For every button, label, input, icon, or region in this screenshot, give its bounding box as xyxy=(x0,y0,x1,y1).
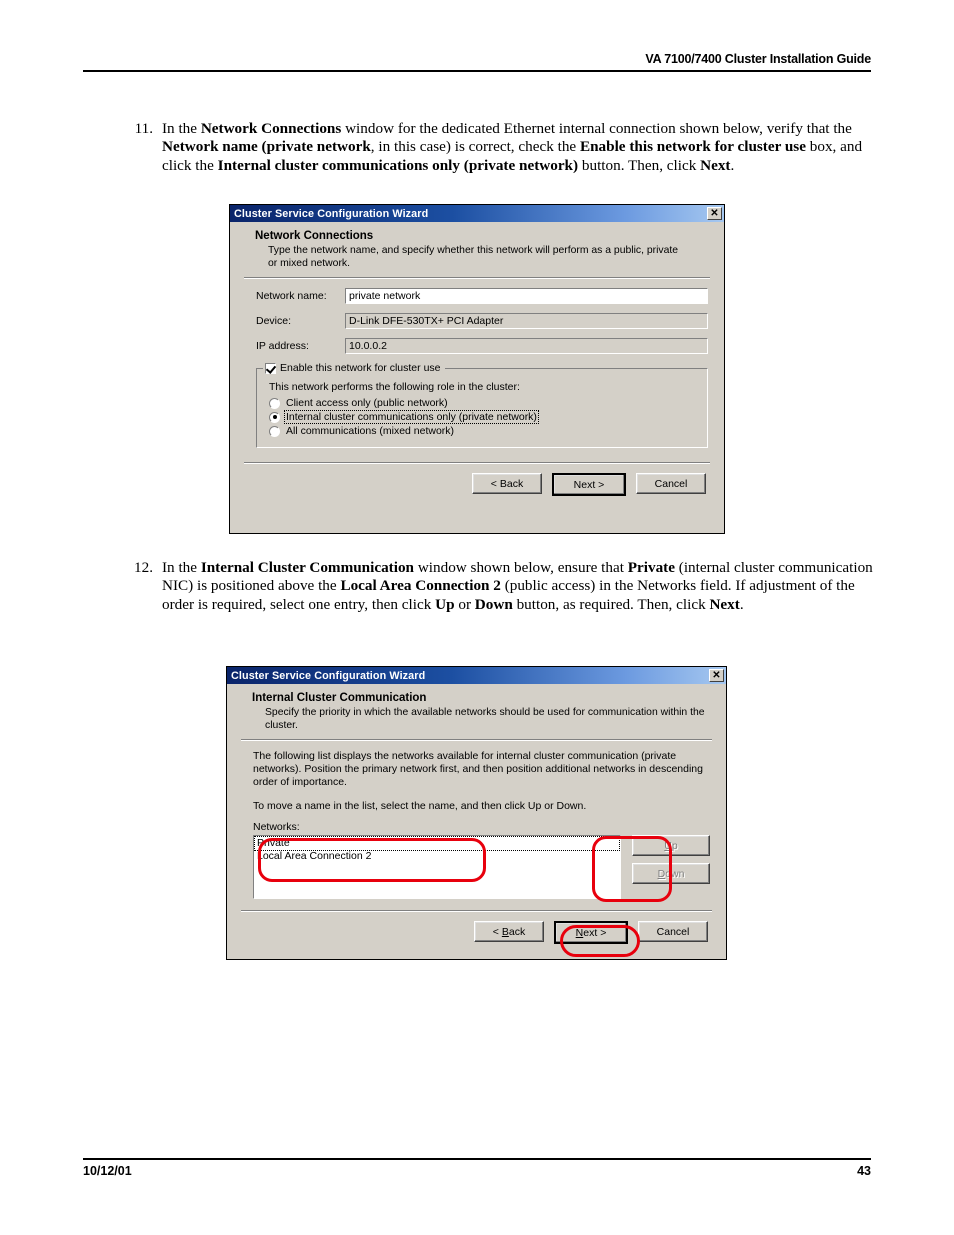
radio-option-private[interactable]: Internal cluster communications only (pr… xyxy=(269,410,697,425)
networks-label: Networks: xyxy=(253,821,300,834)
instructions-paragraph-1: The following list displays the networks… xyxy=(253,750,703,788)
reorder-buttons: Up Down xyxy=(632,835,710,885)
cancel-button[interactable]: Cancel xyxy=(636,473,706,495)
next-button-label: Next > xyxy=(575,926,607,939)
step-number: 11. xyxy=(134,120,153,137)
step-text: In the Network Connections window for th… xyxy=(162,120,863,174)
dialog-title: Cluster Service Configuration Wizard xyxy=(234,207,429,220)
role-caption: This network performs the following role… xyxy=(269,381,520,394)
network-name-input[interactable]: private network xyxy=(345,288,708,305)
device-label: Device: xyxy=(256,315,292,328)
dialog-subheading: Specify the priority in which the availa… xyxy=(265,707,705,731)
form-row-network-name: Network name: private network xyxy=(242,288,712,305)
page-header: VA 7100/7400 Cluster Installation Guide xyxy=(83,52,871,72)
dialog-body: Internal Cluster Communication Specify t… xyxy=(227,684,726,945)
radio-icon[interactable] xyxy=(269,425,280,437)
instructions-paragraph-2: To move a name in the list, select the n… xyxy=(253,799,587,812)
dialog-title: Cluster Service Configuration Wizard xyxy=(231,669,426,682)
device-value: D-Link DFE-530TX+ PCI Adapter xyxy=(345,313,708,330)
close-icon[interactable]: ✕ xyxy=(707,207,722,220)
footer-row: 10/12/01 43 xyxy=(83,1164,871,1178)
back-button[interactable]: < Back xyxy=(474,921,544,943)
dialog-heading: Internal Cluster Communication xyxy=(252,692,427,704)
document-title: VA 7100/7400 Cluster Installation Guide xyxy=(645,52,871,66)
step-number: 12. xyxy=(134,559,153,576)
cluster-wizard-dialog-network-connections[interactable]: Cluster Service Configuration Wizard ✕ N… xyxy=(229,204,725,534)
back-button[interactable]: < Back xyxy=(472,473,542,495)
dialog-body: Network Connections Type the network nam… xyxy=(230,222,724,497)
down-button-label: Down xyxy=(657,867,685,880)
step-item-11: 11. In the Network Connections window fo… xyxy=(128,120,873,175)
list-item[interactable]: Private xyxy=(254,836,620,852)
ip-address-value: 10.0.0.2 xyxy=(345,338,708,355)
close-icon[interactable]: ✕ xyxy=(709,669,724,682)
radio-icon-selected[interactable] xyxy=(269,411,280,423)
next-button[interactable]: Next > xyxy=(554,921,628,945)
up-button-label: Up xyxy=(664,839,678,852)
radio-icon[interactable] xyxy=(269,397,280,409)
dialog-button-row: < Back Next > Cancel xyxy=(239,921,714,945)
footer-separator xyxy=(244,462,710,465)
radio-option-mixed-label: All communications (mixed network) xyxy=(286,425,455,438)
form-row-device: Device: D-Link DFE-530TX+ PCI Adapter xyxy=(242,313,712,330)
page-number: 43 xyxy=(857,1164,871,1178)
back-button-label: < Back xyxy=(492,925,526,938)
up-button[interactable]: Up xyxy=(632,835,710,857)
dialog-titlebar[interactable]: Cluster Service Configuration Wizard ✕ xyxy=(227,667,726,684)
header-separator xyxy=(244,277,710,280)
dialog-subheading: Type the network name, and specify wheth… xyxy=(268,245,679,269)
enable-network-label: Enable this network for cluster use xyxy=(280,362,441,375)
radio-option-public[interactable]: Client access only (public network) xyxy=(269,397,697,409)
ip-address-label: IP address: xyxy=(256,340,309,353)
checkbox-icon[interactable] xyxy=(265,362,276,374)
step-text: In the Internal Cluster Communication wi… xyxy=(162,559,873,613)
form-row-ip-address: IP address: 10.0.0.2 xyxy=(242,338,712,355)
dialog-titlebar[interactable]: Cluster Service Configuration Wizard ✕ xyxy=(230,205,724,222)
down-button[interactable]: Down xyxy=(632,863,710,885)
networks-list-zone: Private Local Area Connection 2 Up Down xyxy=(253,835,710,900)
footer-rule xyxy=(83,1158,871,1160)
radio-option-public-label: Client access only (public network) xyxy=(286,397,448,410)
cancel-button[interactable]: Cancel xyxy=(638,921,708,943)
cluster-wizard-dialog-internal-cluster-communication[interactable]: Cluster Service Configuration Wizard ✕ I… xyxy=(226,666,727,960)
footer-date: 10/12/01 xyxy=(83,1164,132,1178)
radio-option-mixed[interactable]: All communications (mixed network) xyxy=(269,425,697,437)
next-button[interactable]: Next > xyxy=(552,473,626,497)
dialog-heading: Network Connections xyxy=(255,230,374,242)
step-item-12: 12. In the Internal Cluster Communicatio… xyxy=(128,559,873,614)
list-item[interactable]: Local Area Connection 2 xyxy=(255,850,619,863)
network-name-label: Network name: xyxy=(256,290,327,303)
header-rule xyxy=(83,70,871,72)
enable-network-checkbox[interactable]: Enable this network for cluster use xyxy=(263,362,445,375)
radio-option-private-label: Internal cluster communications only (pr… xyxy=(284,410,539,425)
page-footer: 10/12/01 43 xyxy=(83,1158,871,1178)
footer-separator xyxy=(241,910,712,913)
header-separator xyxy=(241,739,712,742)
networks-listbox[interactable]: Private Local Area Connection 2 xyxy=(253,835,621,900)
cluster-use-groupbox: Enable this network for cluster use This… xyxy=(256,362,708,449)
dialog-button-row: < Back Next > Cancel xyxy=(242,473,712,497)
